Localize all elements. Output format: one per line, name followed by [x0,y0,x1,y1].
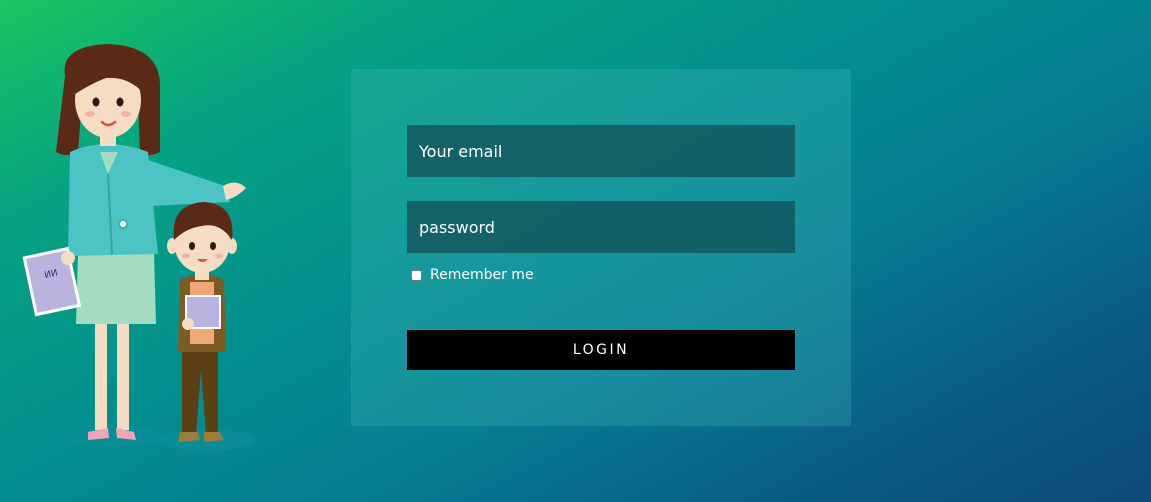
password-input[interactable] [407,201,795,253]
remember-me-option[interactable]: Remember me [411,267,534,283]
login-panel: Remember me LOGIN [351,69,851,426]
login-button[interactable]: LOGIN [407,330,795,370]
remember-me-checkbox[interactable] [411,269,422,281]
email-input[interactable] [407,125,795,177]
student-figure [167,202,237,442]
teacher-student-illustration: ИИ [22,44,256,451]
teacher-shadow [55,425,165,447]
remember-me-label: Remember me [430,267,534,283]
